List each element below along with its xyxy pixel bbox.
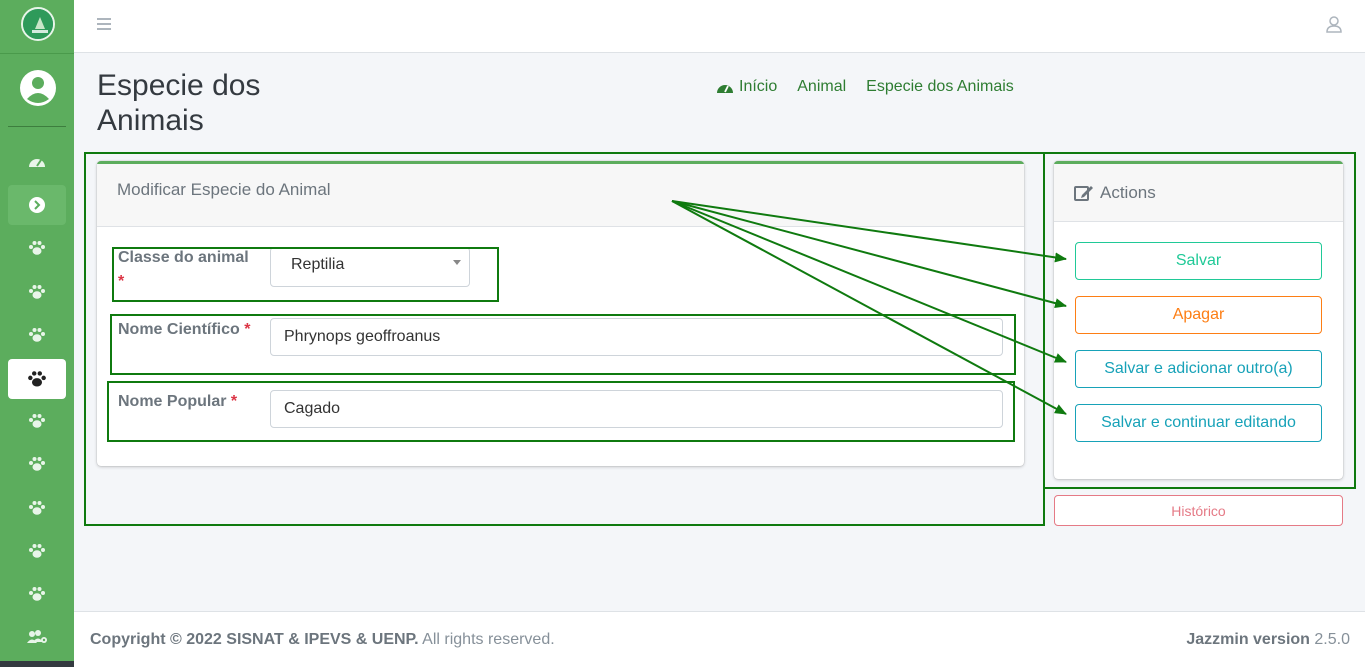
footer-version: Jazzmin version 2.5.0	[1186, 631, 1350, 648]
topbar	[74, 0, 1365, 53]
nav-expand[interactable]	[8, 185, 66, 225]
annotation-nome-cientifico-box	[110, 314, 1016, 375]
nav-paw-7[interactable]	[8, 488, 66, 528]
paw-icon	[29, 328, 45, 342]
footer: Copyright © 2022 SISNAT & IPEVS & UENP. …	[74, 611, 1365, 667]
breadcrumb-current[interactable]: Especie dos Animais	[866, 78, 1014, 96]
breadcrumb-home-label: Início	[739, 78, 778, 95]
paw-icon	[29, 285, 45, 299]
annotation-actions-box	[1043, 152, 1356, 489]
paw-icon	[28, 371, 46, 387]
user-avatar-icon[interactable]	[19, 69, 57, 107]
breadcrumb-animal[interactable]: Animal	[797, 78, 846, 96]
paw-icon	[29, 457, 45, 471]
tachometer-icon	[29, 159, 45, 167]
logo[interactable]	[21, 7, 55, 41]
paw-icon	[29, 241, 45, 255]
page-title: Especie dos Animais	[97, 69, 261, 137]
nav-paw-9[interactable]	[8, 574, 66, 614]
nav-paw-1[interactable]	[8, 228, 66, 268]
history-button[interactable]: Histórico	[1054, 495, 1343, 526]
sidebar	[0, 0, 74, 667]
breadcrumb: Início Animal Especie dos Animais	[716, 78, 1014, 96]
breadcrumb-home[interactable]: Início	[716, 78, 777, 96]
nav-paw-5[interactable]	[8, 401, 66, 441]
chevron-right-circle-icon	[29, 197, 45, 213]
annotation-classe-box	[112, 247, 499, 302]
nav-paw-active[interactable]	[8, 359, 66, 399]
paw-icon	[29, 544, 45, 558]
nav-paw-6[interactable]	[8, 444, 66, 484]
paw-icon	[29, 587, 45, 601]
annotation-nome-popular-box	[107, 381, 1015, 442]
nav-paw-2[interactable]	[8, 272, 66, 312]
nav-paw-3[interactable]	[8, 315, 66, 355]
paw-icon	[29, 414, 45, 428]
user-icon[interactable]	[1325, 15, 1343, 33]
tachometer-icon	[717, 85, 733, 93]
users-gear-icon	[27, 630, 47, 643]
nav-users-gear[interactable]	[8, 617, 66, 657]
nav-dashboard[interactable]	[8, 141, 66, 181]
paw-icon	[29, 501, 45, 515]
hamburger-icon[interactable]	[96, 16, 112, 32]
nav-paw-8[interactable]	[8, 531, 66, 571]
footer-copyright: Copyright © 2022 SISNAT & IPEVS & UENP. …	[90, 631, 555, 648]
